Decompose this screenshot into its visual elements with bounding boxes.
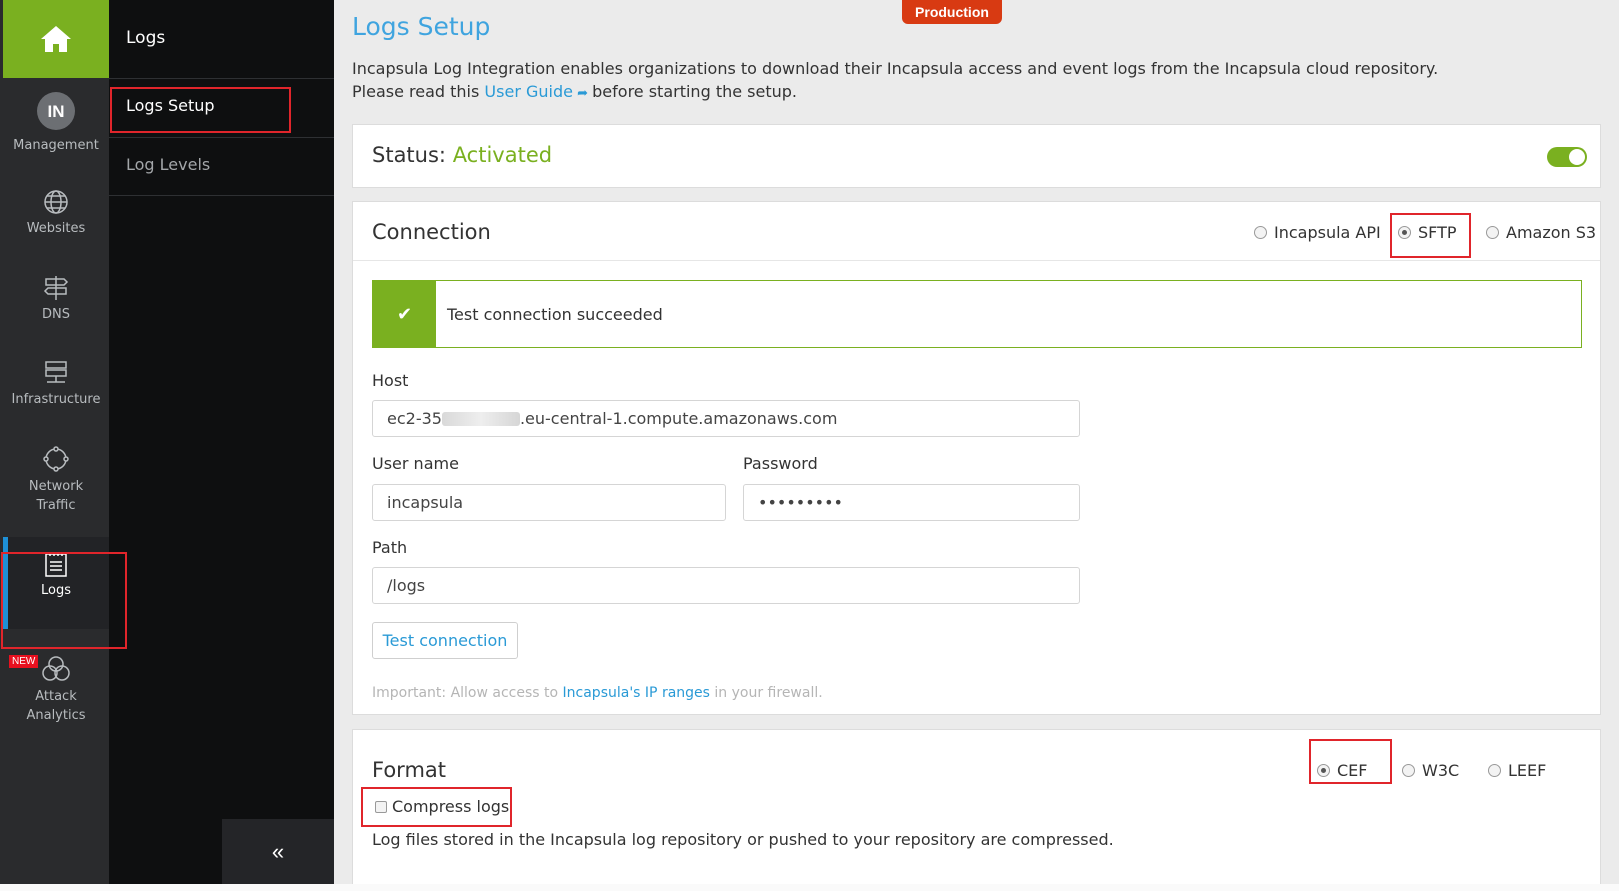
collapse-sidebar-button[interactable]: « bbox=[222, 819, 334, 884]
path-label: Path bbox=[372, 538, 408, 557]
double-chevron-left-icon: « bbox=[271, 838, 285, 864]
note-pre: Important: Allow access to bbox=[372, 685, 559, 701]
nav-infrastructure-label: Infrastructure bbox=[11, 392, 101, 407]
environment-badge: Production bbox=[902, 0, 1002, 24]
submenu-item-log-levels[interactable]: Log Levels bbox=[126, 155, 210, 174]
radio-label: Amazon S3 bbox=[1506, 223, 1597, 242]
connection-title: Connection bbox=[372, 220, 491, 244]
radio-button[interactable] bbox=[1254, 226, 1267, 239]
host-value-pre: ec2-35 bbox=[387, 409, 442, 428]
nav-websites-label: Websites bbox=[26, 221, 86, 236]
radio-button[interactable] bbox=[1486, 226, 1499, 239]
host-label: Host bbox=[372, 371, 409, 390]
note-post: in your firewall. bbox=[714, 685, 823, 701]
external-link-icon: ➦ bbox=[572, 86, 593, 101]
connection-card: Connection Incapsula API SFTP Amazon S3 … bbox=[352, 201, 1601, 715]
redacted-blur bbox=[441, 411, 520, 426]
status-card: Status: Activated bbox=[352, 124, 1601, 188]
highlight-box bbox=[1, 552, 127, 649]
network-icon bbox=[43, 446, 69, 472]
highlight-box bbox=[110, 87, 291, 133]
globe-icon bbox=[44, 190, 68, 214]
divider bbox=[109, 137, 334, 138]
password-input[interactable]: ••••••••• bbox=[743, 484, 1080, 521]
radio-button[interactable] bbox=[1402, 764, 1415, 777]
user-guide-link[interactable]: User Guide bbox=[484, 82, 573, 101]
status-toggle[interactable] bbox=[1547, 147, 1587, 167]
nav-attack-analytics-label-1: Attack bbox=[35, 689, 77, 704]
format-card: Format CEF W3C LEEF Compress logs Log fi… bbox=[352, 729, 1601, 884]
test-connection-button[interactable]: Test connection bbox=[372, 622, 518, 659]
radio-button[interactable] bbox=[1488, 764, 1501, 777]
submenu-title: Logs bbox=[126, 28, 166, 48]
highlight-box bbox=[361, 787, 512, 827]
avatar: IN bbox=[37, 92, 75, 130]
highlight-box bbox=[1309, 739, 1392, 784]
intro-line-2: Please read this User Guide ➦ before sta… bbox=[352, 80, 1438, 105]
nav-infrastructure[interactable]: Infrastructure bbox=[3, 360, 109, 409]
page-title: Logs Setup bbox=[352, 12, 491, 41]
nav-management[interactable]: IN Management bbox=[3, 92, 109, 155]
main-nav-rail: IN Management Websites DNS Infrastructur… bbox=[0, 0, 109, 884]
radio-amazon-s3[interactable]: Amazon S3 bbox=[1486, 223, 1596, 242]
signpost-icon bbox=[43, 276, 69, 300]
intro-line-2-pre: Please read this bbox=[352, 82, 480, 101]
home-icon bbox=[41, 26, 71, 52]
format-title: Format bbox=[372, 758, 447, 782]
compress-description: Log files stored in the Incapsula log re… bbox=[372, 830, 1114, 849]
divider bbox=[109, 195, 334, 196]
nav-dns-label: DNS bbox=[42, 307, 70, 322]
radio-label: Incapsula API bbox=[1274, 223, 1381, 242]
ip-ranges-link[interactable]: Incapsula's IP ranges bbox=[563, 685, 710, 701]
intro-line-1: Incapsula Log Integration enables organi… bbox=[352, 59, 1439, 78]
home-button[interactable] bbox=[3, 0, 109, 78]
nav-management-label: Management bbox=[13, 138, 99, 153]
username-label: User name bbox=[372, 454, 459, 473]
nav-network-traffic-label-1: Network bbox=[28, 479, 84, 494]
path-input[interactable]: /logs bbox=[372, 567, 1080, 604]
checkmark-icon: ✔ bbox=[373, 281, 436, 347]
bottom-strip bbox=[0, 884, 1619, 891]
host-input[interactable]: ec2-35 .eu-central-1.compute.amazonaws.co… bbox=[372, 400, 1080, 437]
attack-analytics-icon bbox=[42, 656, 70, 681]
username-input[interactable]: incapsula bbox=[372, 484, 726, 521]
radio-incapsula-api[interactable]: Incapsula API bbox=[1254, 223, 1381, 242]
nav-network-traffic-label-2: Traffic bbox=[36, 498, 76, 513]
password-label: Password bbox=[743, 454, 818, 473]
intro-text: Incapsula Log Integration enables organi… bbox=[352, 57, 1438, 105]
status-label: Status: bbox=[372, 143, 446, 167]
nav-dns[interactable]: DNS bbox=[3, 275, 109, 324]
nav-attack-analytics[interactable]: Attack Analytics bbox=[3, 655, 109, 725]
status-value: Activated bbox=[452, 143, 553, 167]
divider bbox=[353, 260, 1600, 261]
nav-network-traffic[interactable]: Network Traffic bbox=[3, 445, 109, 515]
host-value-post: .eu-central-1.compute.amazonaws.com bbox=[519, 409, 838, 428]
nav-attack-analytics-label-2: Analytics bbox=[26, 708, 86, 723]
success-message: Test connection succeeded bbox=[447, 305, 663, 324]
radio-label: LEEF bbox=[1508, 761, 1547, 780]
radio-label: W3C bbox=[1422, 761, 1460, 780]
highlight-box bbox=[1390, 213, 1471, 258]
firewall-note: Important: Allow access to Incapsula's I… bbox=[372, 685, 823, 701]
radio-leef[interactable]: LEEF bbox=[1488, 761, 1546, 780]
status-line: Status: Activated bbox=[372, 143, 552, 167]
nav-websites[interactable]: Websites bbox=[3, 189, 109, 238]
intro-line-2-post: before starting the setup. bbox=[592, 82, 797, 101]
radio-w3c[interactable]: W3C bbox=[1402, 761, 1459, 780]
server-icon bbox=[45, 361, 67, 383]
divider bbox=[109, 78, 334, 79]
success-alert: ✔ Test connection succeeded bbox=[372, 280, 1582, 348]
